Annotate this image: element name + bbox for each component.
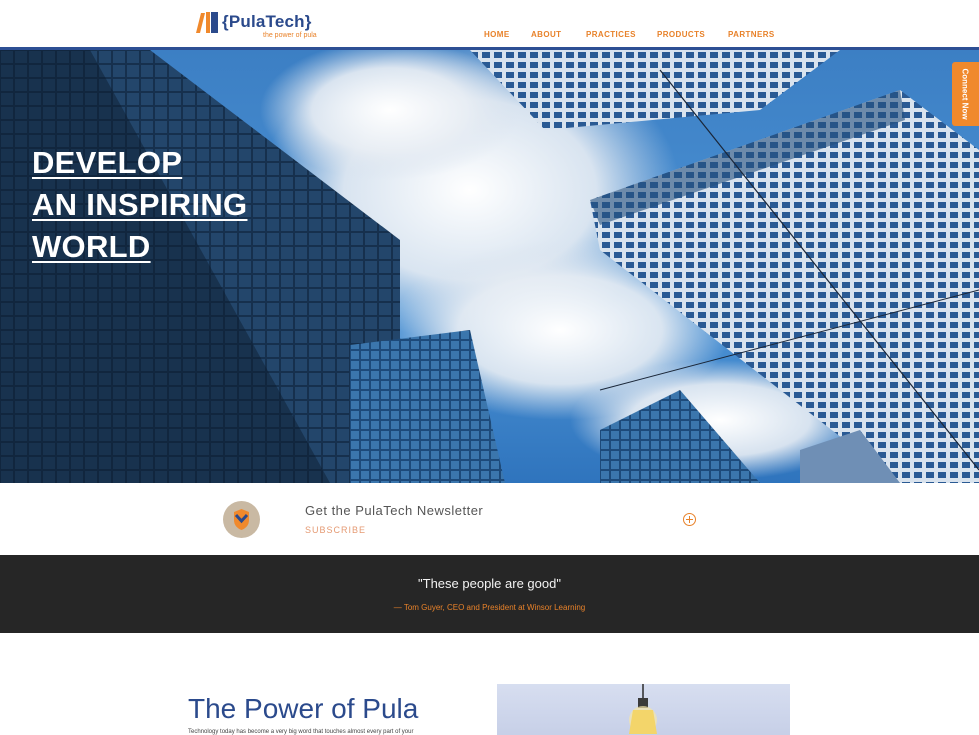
hero-headline: DEVELOP AN INSPIRING WORLD [32, 142, 247, 268]
section-body: Technology today has become a very big w… [188, 729, 414, 735]
testimonial-quote: "These people are good" [418, 576, 561, 591]
main-nav: HOME ABOUT PRACTICES PRODUCTS PARTNERS [0, 30, 979, 42]
newsletter-bar: Get the PulaTech Newsletter SUBSCRIBE [0, 483, 979, 555]
shield-badge-icon [234, 509, 249, 530]
newsletter-title: Get the PulaTech Newsletter [305, 503, 484, 518]
hero-line-1: DEVELOP [32, 145, 183, 180]
plus-circle-icon[interactable] [683, 513, 696, 526]
nav-about[interactable]: ABOUT [531, 30, 561, 39]
hero-line-2: AN INSPIRING [32, 187, 248, 222]
nav-home[interactable]: HOME [484, 30, 510, 39]
connect-now-tab[interactable]: Connect Now [952, 62, 979, 126]
connect-now-label: Connect Now [960, 68, 970, 120]
logo-text: {PulaTech} [222, 12, 312, 31]
section-title: The Power of Pula [188, 693, 419, 724]
testimonial-author: — Tom Guyer, CEO and President at Winsor… [393, 603, 586, 612]
nav-products[interactable]: PRODUCTS [657, 30, 705, 39]
testimonial-band: "These people are good" — Tom Guyer, CEO… [0, 555, 979, 633]
nav-practices[interactable]: PRACTICES [586, 30, 636, 39]
subscribe-link[interactable]: SUBSCRIBE [305, 525, 366, 535]
hero-banner: DEVELOP AN INSPIRING WORLD [0, 50, 979, 483]
nav-partners[interactable]: PARTNERS [728, 30, 775, 39]
section-image [497, 684, 790, 735]
site-header: {PulaTech} the power of pula HOME ABOUT … [0, 0, 979, 50]
hero-line-3: WORLD [32, 229, 151, 264]
light-bulb-icon [629, 684, 657, 734]
power-of-pula-section: The Power of Pula Technology today has b… [0, 633, 979, 735]
newsletter-avatar [223, 501, 260, 538]
